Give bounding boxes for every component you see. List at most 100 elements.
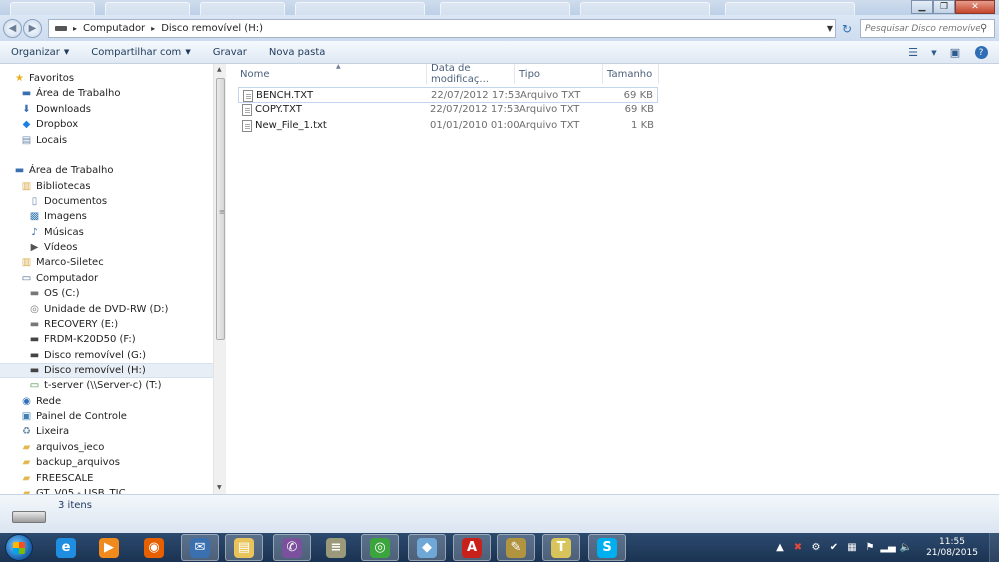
pdf-icon: A xyxy=(462,537,482,558)
maximize-button[interactable]: ❐ xyxy=(933,0,955,14)
nav-item[interactable]: ▬ Área de Trabalho xyxy=(0,86,213,101)
preview-pane-button[interactable]: ▣ xyxy=(945,44,965,61)
background-tab[interactable] xyxy=(105,2,190,15)
taskbar-app-acrobat[interactable]: A xyxy=(453,534,491,561)
nav-item[interactable]: ▰ GT_V05 - USB_TIC xyxy=(0,486,213,494)
volume-icon[interactable]: 🔈 xyxy=(900,542,912,554)
nav-item[interactable]: ▩ Imagens xyxy=(0,209,213,224)
nav-item[interactable]: ▬ RECOVERY (E:) xyxy=(0,317,213,332)
nav-item[interactable]: ▰ FREESCALE xyxy=(0,471,213,486)
nav-item[interactable]: ▭ Computador xyxy=(0,271,213,286)
nav-item[interactable]: ◆ Dropbox xyxy=(0,117,213,132)
nav-item[interactable]: ▤ Locais xyxy=(0,133,213,148)
taskbar-app-internet-explorer[interactable]: e xyxy=(47,534,85,561)
nav-item[interactable]: ▰ backup_arquivos xyxy=(0,455,213,470)
taskbar-app-notepad[interactable]: T xyxy=(542,534,580,561)
network-icon: ◉ xyxy=(22,396,31,407)
nav-item[interactable]: ♻ Lixeira xyxy=(0,424,213,439)
tray-app-icon[interactable]: ⚙ xyxy=(810,542,822,554)
scrollbar-thumb[interactable]: ≡ xyxy=(216,78,225,340)
back-button[interactable]: ◀ xyxy=(3,19,22,38)
nav-item[interactable]: ▬ OS (C:) xyxy=(0,286,213,301)
minimize-button[interactable]: ▁ xyxy=(911,0,933,14)
file-size: 69 KB xyxy=(624,104,654,115)
search-input[interactable] xyxy=(865,23,980,34)
taskbar-app-app-blue[interactable]: ◆ xyxy=(408,534,446,561)
column-header-size[interactable]: Tamanho xyxy=(603,64,659,84)
taskbar-app-skype[interactable]: S xyxy=(588,534,626,561)
scroll-down-arrow-icon[interactable]: ▼ xyxy=(217,484,222,491)
show-desktop-button[interactable] xyxy=(989,533,999,562)
nav-item[interactable]: ▬ Disco removível (H:) xyxy=(0,363,213,378)
column-header-date-label: Data de modificaç... xyxy=(431,63,489,85)
nav-item-label: FREESCALE xyxy=(36,473,94,484)
nav-item[interactable]: ▭ t-server (\\Server-c) (T:) xyxy=(0,378,213,393)
column-header-name[interactable]: Nome ▲ xyxy=(236,63,427,84)
background-tab[interactable] xyxy=(440,2,570,15)
scroll-up-arrow-icon[interactable]: ▲ xyxy=(217,66,222,73)
nav-item[interactable]: ▬ FRDM-K20D50 (F:) xyxy=(0,332,213,347)
tray-x-icon[interactable]: ✖ xyxy=(792,542,804,554)
taskbar-app-firefox[interactable]: ◉ xyxy=(135,534,173,561)
breadcrumb-current-drive[interactable]: Disco removível (H:) xyxy=(157,23,267,34)
taskbar-app-chrome[interactable]: ◎ xyxy=(361,534,399,561)
file-row[interactable]: COPY.TXT 22/07/2012 17:53 Arquivo TXT 69 KB xyxy=(238,102,658,118)
breadcrumb-computer[interactable]: Computador xyxy=(79,23,149,34)
background-tab[interactable] xyxy=(580,2,710,15)
nav-item[interactable]: ▰ arquivos_ieco xyxy=(0,440,213,455)
nav-item[interactable]: ★ Favoritos xyxy=(0,71,213,86)
refresh-button[interactable]: ↻ xyxy=(838,19,856,38)
taskbar-app-usb-tool[interactable]: ≡ xyxy=(317,534,355,561)
nav-item[interactable]: ◉ Rede xyxy=(0,394,213,409)
view-dropdown-button[interactable]: ▼ xyxy=(929,44,939,61)
background-tab[interactable] xyxy=(10,2,95,15)
nav-item[interactable]: ▥ Marco-Siletec xyxy=(0,255,213,270)
burn-button[interactable]: Gravar xyxy=(202,47,258,58)
file-row[interactable]: New_File_1.txt 01/01/2010 01:00 Arquivo TX… xyxy=(238,118,658,134)
forward-button[interactable]: ▶ xyxy=(23,19,42,38)
clock[interactable]: 11:55 21/08/2015 xyxy=(921,537,983,559)
tray-chevron-up-icon[interactable]: ▲ xyxy=(774,542,786,554)
tray-app-icon[interactable]: ▦ xyxy=(846,542,858,554)
taskbar-app-explorer[interactable]: ▤ xyxy=(225,534,263,561)
chevron-right-icon[interactable]: ▸ xyxy=(149,24,157,33)
search-box[interactable]: ⚲ xyxy=(860,19,995,38)
column-header-date[interactable]: Data de modificaç... xyxy=(427,63,515,85)
nav-item[interactable]: ▬ Área de Trabalho xyxy=(0,163,213,178)
clock-date: 21/08/2015 xyxy=(926,547,978,558)
skype-icon: S xyxy=(597,537,617,558)
nav-scrollbar[interactable]: ▲ ≡ ▼ xyxy=(213,64,226,494)
action-center-flag-icon[interactable]: ⚑ xyxy=(864,542,876,554)
taskbar-app-viber[interactable]: ✆ xyxy=(273,534,311,561)
background-tab[interactable] xyxy=(200,2,285,15)
view-options-button[interactable]: ☰ xyxy=(903,44,923,61)
nav-item[interactable]: ▥ Bibliotecas xyxy=(0,179,213,194)
start-button[interactable] xyxy=(5,534,33,561)
chevron-down-icon[interactable]: ▼ xyxy=(827,24,833,33)
network-signal-icon[interactable]: ▂▄ xyxy=(880,542,895,554)
nav-item[interactable]: ▯ Documentos xyxy=(0,194,213,209)
nav-item[interactable]: ◎ Unidade de DVD-RW (D:) xyxy=(0,302,213,317)
nav-item[interactable]: ▬ Disco removível (G:) xyxy=(0,348,213,363)
background-tab[interactable] xyxy=(725,2,855,15)
background-tab[interactable] xyxy=(295,2,425,15)
new-folder-button[interactable]: Nova pasta xyxy=(258,47,337,58)
address-bar[interactable]: ▸ Computador ▸ Disco removível (H:) ▼ xyxy=(48,19,836,38)
close-button[interactable]: ✕ xyxy=(955,0,995,14)
taskbar-app-media-player[interactable]: ▶ xyxy=(90,534,128,561)
file-row[interactable]: BENCH.TXT 22/07/2012 17:53 Arquivo TXT 69 K… xyxy=(238,87,658,103)
taskbar-app-thunderbird[interactable]: ✉ xyxy=(181,534,219,561)
help-button[interactable]: ? xyxy=(971,44,991,61)
column-header-type[interactable]: Tipo xyxy=(515,64,603,84)
item-count: 3 itens xyxy=(58,500,92,511)
nav-item[interactable]: ▣ Painel de Controle xyxy=(0,409,213,424)
nav-item[interactable]: ▶ Vídeos xyxy=(0,240,213,255)
chevron-right-icon[interactable]: ▸ xyxy=(71,24,79,33)
nav-item[interactable]: ♪ Músicas xyxy=(0,225,213,240)
share-menu-button[interactable]: Compartilhar com ▼ xyxy=(80,47,201,58)
tray-app-icon[interactable]: ✔ xyxy=(828,542,840,554)
taskbar-app-tool[interactable]: ✎ xyxy=(497,534,535,561)
search-icon[interactable]: ⚲ xyxy=(980,23,987,34)
nav-item[interactable]: ⬇ Downloads xyxy=(0,102,213,117)
organize-menu-button[interactable]: Organizar ▼ xyxy=(0,47,80,58)
